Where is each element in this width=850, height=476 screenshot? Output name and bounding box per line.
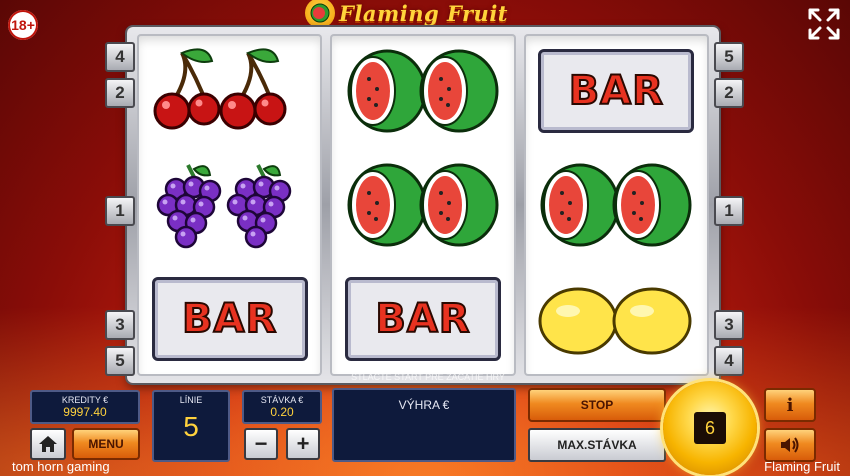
watermelons-symbol [530,152,702,258]
bet-value: 0.20 [270,405,294,419]
line-marker-left[interactable]: 3 [105,310,135,340]
win-label: VÝHRA € [398,398,450,412]
line-marker-left[interactable]: 1 [105,196,135,226]
lines-label: LÍNIE [179,395,203,405]
fullscreen-icon[interactable] [806,6,842,42]
home-button[interactable] [30,428,66,460]
autospin-counter: 6 [694,412,726,444]
watermelons-symbol [337,38,509,144]
bet-increase-button[interactable]: + [286,428,320,460]
speaker-icon [781,437,799,453]
reel-area: BAR BAR BAR [137,34,709,376]
spin-button[interactable]: 6 [663,381,757,475]
win-panel: VÝHRA € [332,388,516,462]
line-marker-right[interactable]: 1 [714,196,744,226]
reel-2: BAR [330,34,516,376]
line-marker-left[interactable]: 2 [105,78,135,108]
max-bet-button[interactable]: MAX.STÁVKA [528,428,666,462]
line-marker-right[interactable]: 5 [714,42,744,72]
bar-symbol: BAR [144,266,316,372]
credits-label: KREDITY € [61,395,109,405]
bar-symbol: BAR [530,38,702,144]
line-marker-right[interactable]: 4 [714,346,744,376]
game-title: Flaming Fruit [339,0,509,26]
game-logo: Flaming Fruit [305,0,509,28]
lines-panel: LÍNIE 5 [152,390,230,462]
grapes-symbol [144,152,316,258]
age-restriction-badge: 18+ [8,10,38,40]
footer-game-title: Flaming Fruit [764,459,840,474]
cherries-symbol [144,38,316,144]
watermelon-logo-icon [305,0,335,28]
bar-label: BAR [181,295,278,343]
provider-name: tom horn gaming [12,459,110,474]
bet-decrease-button[interactable]: − [244,428,278,460]
bar-label: BAR [374,295,471,343]
sound-button[interactable] [764,428,816,462]
credits-value: 9997.40 [63,405,107,419]
lemons-symbol [530,266,702,372]
bar-label: BAR [568,67,664,115]
info-icon: i [786,394,794,416]
line-marker-left[interactable]: 4 [105,42,135,72]
start-hint-text: STLAČTE START PRE ZAČATIE HRY [351,372,505,382]
stop-button[interactable]: STOP [528,388,666,422]
watermelons-symbol [337,152,509,258]
line-marker-right[interactable]: 3 [714,310,744,340]
line-marker-right[interactable]: 2 [714,78,744,108]
home-icon [39,436,57,452]
reel-3: BAR [523,34,709,376]
info-button[interactable]: i [764,388,816,422]
bet-label: STÁVKA € [260,395,304,405]
bet-panel: STÁVKA € 0.20 [242,390,322,424]
bar-symbol: BAR [337,266,509,372]
line-marker-left[interactable]: 5 [105,346,135,376]
credits-panel: KREDITY € 9997.40 [30,390,140,424]
menu-button[interactable]: MENU [72,428,140,460]
reel-1: BAR [137,34,323,376]
lines-value: 5 [183,411,199,442]
